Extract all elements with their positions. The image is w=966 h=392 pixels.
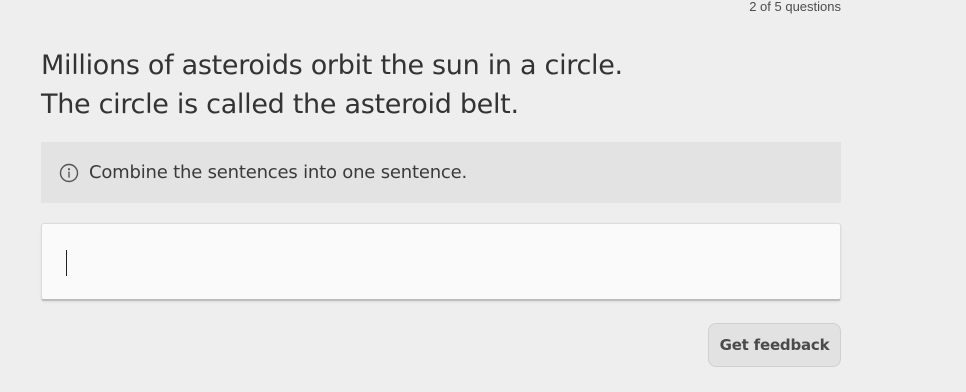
- question-page: 2 of 5 questions Millions of asteroids o…: [0, 0, 966, 392]
- text-cursor: [66, 250, 67, 276]
- instruction-banner: Combine the sentences into one sentence.: [41, 142, 841, 203]
- instruction-text: Combine the sentences into one sentence.: [89, 162, 467, 183]
- question-progress: 2 of 5 questions: [749, 0, 841, 14]
- question-prompt: Millions of asteroids orbit the sun in a…: [41, 46, 623, 124]
- answer-input[interactable]: [41, 223, 841, 301]
- info-icon: [59, 163, 79, 183]
- prompt-sentence-2: The circle is called the asteroid belt.: [41, 89, 519, 120]
- prompt-sentence-1: Millions of asteroids orbit the sun in a…: [41, 50, 623, 81]
- get-feedback-button[interactable]: Get feedback: [708, 323, 841, 367]
